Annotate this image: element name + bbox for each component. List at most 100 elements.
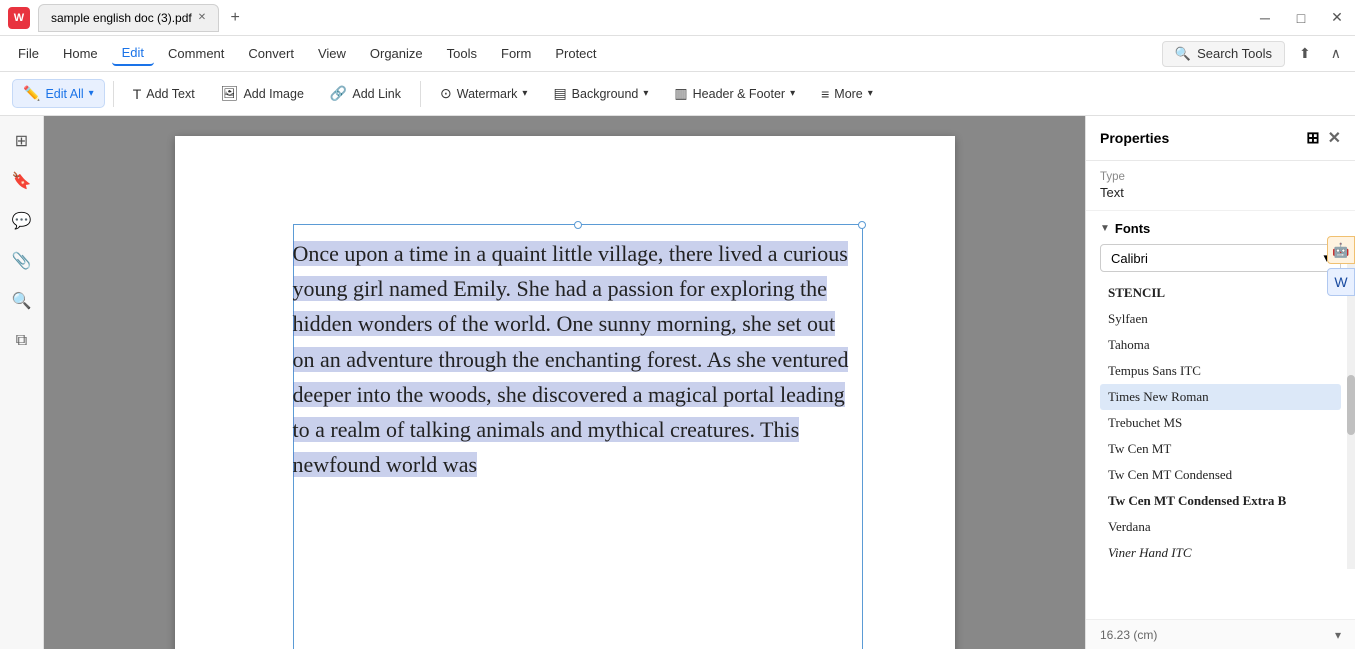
main-content: ⊞ 🔖 💬 📎 🔍 ⧉ Once upon a time in a quaint… (0, 116, 1355, 649)
minimize-button[interactable]: ─ (1255, 8, 1275, 28)
properties-close-button[interactable]: ✕ (1328, 128, 1341, 148)
window-controls: ─ □ ✕ (1255, 8, 1347, 28)
fonts-collapse-arrow: ▼ (1100, 223, 1110, 234)
search-tools-label: Search Tools (1197, 46, 1272, 61)
font-dropdown[interactable]: Calibri ▾ (1100, 244, 1341, 272)
pdf-text-block[interactable]: Once upon a time in a quaint little vill… (293, 236, 863, 482)
font-list-item[interactable]: Tempus Sans ITC (1100, 358, 1341, 384)
type-label: Type (1100, 171, 1341, 183)
resize-handle-top-center[interactable] (574, 221, 582, 229)
more-button[interactable]: ≡ More ▾ (810, 80, 884, 108)
font-list-item[interactable]: Tw Cen MT Condensed Extra B (1100, 488, 1341, 514)
properties-title: Properties (1100, 130, 1169, 146)
font-list-item[interactable]: Tahoma (1100, 332, 1341, 358)
search-tools-button[interactable]: 🔍 Search Tools (1162, 41, 1285, 67)
add-image-icon: 🖼 (221, 85, 239, 102)
menu-comment[interactable]: Comment (158, 42, 234, 65)
new-tab-button[interactable]: + (223, 6, 247, 30)
menu-file[interactable]: File (8, 42, 49, 65)
add-link-icon: 🔗 (330, 85, 347, 102)
toolbar: ✏️ Edit All ▾ T Add Text 🖼 Add Image 🔗 A… (0, 72, 1355, 116)
properties-panel-header: Properties ⊞ ✕ (1086, 116, 1355, 161)
fonts-label: Fonts (1115, 221, 1150, 236)
menu-convert[interactable]: Convert (238, 42, 304, 65)
font-list-item[interactable]: Viner Hand ITC (1100, 540, 1341, 566)
measure-value: 16.23 (cm) (1100, 628, 1157, 642)
highlighted-text: Once upon a time in a quaint little vill… (293, 241, 849, 477)
tab-item[interactable]: sample english doc (3).pdf ✕ (38, 4, 219, 32)
sidebar-icon-search[interactable]: 🔍 (5, 284, 39, 318)
font-list-item[interactable]: Tw Cen MT (1100, 436, 1341, 462)
sidebar-icon-pages[interactable]: ⊞ (5, 124, 39, 158)
pdf-viewer-area[interactable]: Once upon a time in a quaint little vill… (44, 116, 1085, 649)
menu-view[interactable]: View (308, 42, 356, 65)
fonts-header[interactable]: ▼ Fonts (1100, 221, 1341, 236)
font-list-item[interactable]: Sylfaen (1100, 306, 1341, 332)
properties-filter-icon[interactable]: ⊞ (1306, 128, 1319, 148)
close-window-button[interactable]: ✕ (1327, 8, 1347, 28)
add-image-label: Add Image (243, 87, 303, 101)
toolbar-separator-1 (113, 81, 114, 107)
watermark-icon: ⊙ (440, 85, 452, 102)
header-footer-button[interactable]: ▥ Header & Footer ▾ (663, 79, 806, 108)
app-logo: W (8, 7, 30, 29)
menu-tools[interactable]: Tools (437, 42, 487, 65)
menu-protect[interactable]: Protect (545, 42, 606, 65)
left-sidebar: ⊞ 🔖 💬 📎 🔍 ⧉ (0, 116, 44, 649)
sidebar-icon-bookmarks[interactable]: 🔖 (5, 164, 39, 198)
more-arrow: ▾ (868, 88, 873, 99)
maximize-button[interactable]: □ (1291, 8, 1311, 28)
font-list-item[interactable]: STENCIL (1100, 280, 1341, 306)
font-list-item[interactable]: Trebuchet MS (1100, 410, 1341, 436)
font-list[interactable]: STENCILSylfaenTahomaTempus Sans ITCTimes… (1100, 280, 1341, 639)
tab-title: sample english doc (3).pdf (51, 11, 192, 25)
bottom-measure-bar: 16.23 (cm) ▾ (1086, 619, 1355, 649)
font-list-item[interactable]: Verdana (1100, 514, 1341, 540)
more-label: More (834, 87, 862, 101)
pdf-page: Once upon a time in a quaint little vill… (175, 136, 955, 649)
watermark-button[interactable]: ⊙ Watermark ▾ (429, 79, 538, 108)
menu-form[interactable]: Form (491, 42, 541, 65)
sidebar-icon-layers[interactable]: ⧉ (5, 324, 39, 358)
font-list-item[interactable]: Times New Roman (1100, 384, 1341, 410)
properties-panel: Properties ⊞ ✕ Type Text ▼ Fonts Calibri… (1085, 116, 1355, 649)
edit-all-arrow: ▾ (89, 88, 94, 99)
background-icon: ▤ (553, 85, 566, 102)
toolbar-separator-2 (420, 81, 421, 107)
current-font-name: Calibri (1111, 251, 1148, 266)
background-arrow: ▾ (643, 88, 648, 99)
fonts-section: ▼ Fonts Calibri ▾ STENCILSylfaenTahomaTe… (1086, 211, 1355, 649)
upload-button[interactable]: ⬆ (1293, 41, 1317, 66)
ai-assistant-icon[interactable]: 🤖 (1327, 236, 1355, 264)
menu-edit[interactable]: Edit (112, 41, 154, 66)
menu-organize[interactable]: Organize (360, 42, 433, 65)
add-text-button[interactable]: T Add Text (122, 80, 206, 108)
add-image-button[interactable]: 🖼 Add Image (210, 79, 315, 108)
type-section: Type Text (1086, 161, 1355, 211)
sidebar-icon-comments[interactable]: 💬 (5, 204, 39, 238)
resize-handle-top-right[interactable] (858, 221, 866, 229)
menu-right-area: 🔍 Search Tools ⬆ ∧ (1162, 41, 1347, 67)
title-bar: W sample english doc (3).pdf ✕ + ─ □ ✕ (0, 0, 1355, 36)
background-label: Background (572, 87, 639, 101)
word-icon[interactable]: W (1327, 268, 1355, 296)
tab-bar: sample english doc (3).pdf ✕ + (38, 4, 1247, 32)
menu-bar: File Home Edit Comment Convert View Orga… (0, 36, 1355, 72)
menu-home[interactable]: Home (53, 42, 108, 65)
collapse-button[interactable]: ∧ (1325, 41, 1347, 66)
edit-all-label: Edit All (45, 87, 83, 101)
header-footer-label: Header & Footer (693, 87, 785, 101)
sidebar-icon-attachments[interactable]: 📎 (5, 244, 39, 278)
scrollbar-thumb[interactable] (1347, 375, 1355, 435)
tab-close-button[interactable]: ✕ (198, 12, 206, 23)
add-link-button[interactable]: 🔗 Add Link (319, 79, 412, 108)
search-icon: 🔍 (1175, 46, 1191, 62)
background-button[interactable]: ▤ Background ▾ (542, 79, 659, 108)
measure-dropdown-arrow[interactable]: ▾ (1335, 628, 1341, 642)
add-text-icon: T (133, 86, 142, 102)
font-list-item[interactable]: Tw Cen MT Condensed (1100, 462, 1341, 488)
edit-icon: ✏️ (23, 85, 40, 102)
add-link-label: Add Link (352, 87, 401, 101)
edit-all-button[interactable]: ✏️ Edit All ▾ (12, 79, 105, 108)
header-footer-icon: ▥ (674, 85, 687, 102)
